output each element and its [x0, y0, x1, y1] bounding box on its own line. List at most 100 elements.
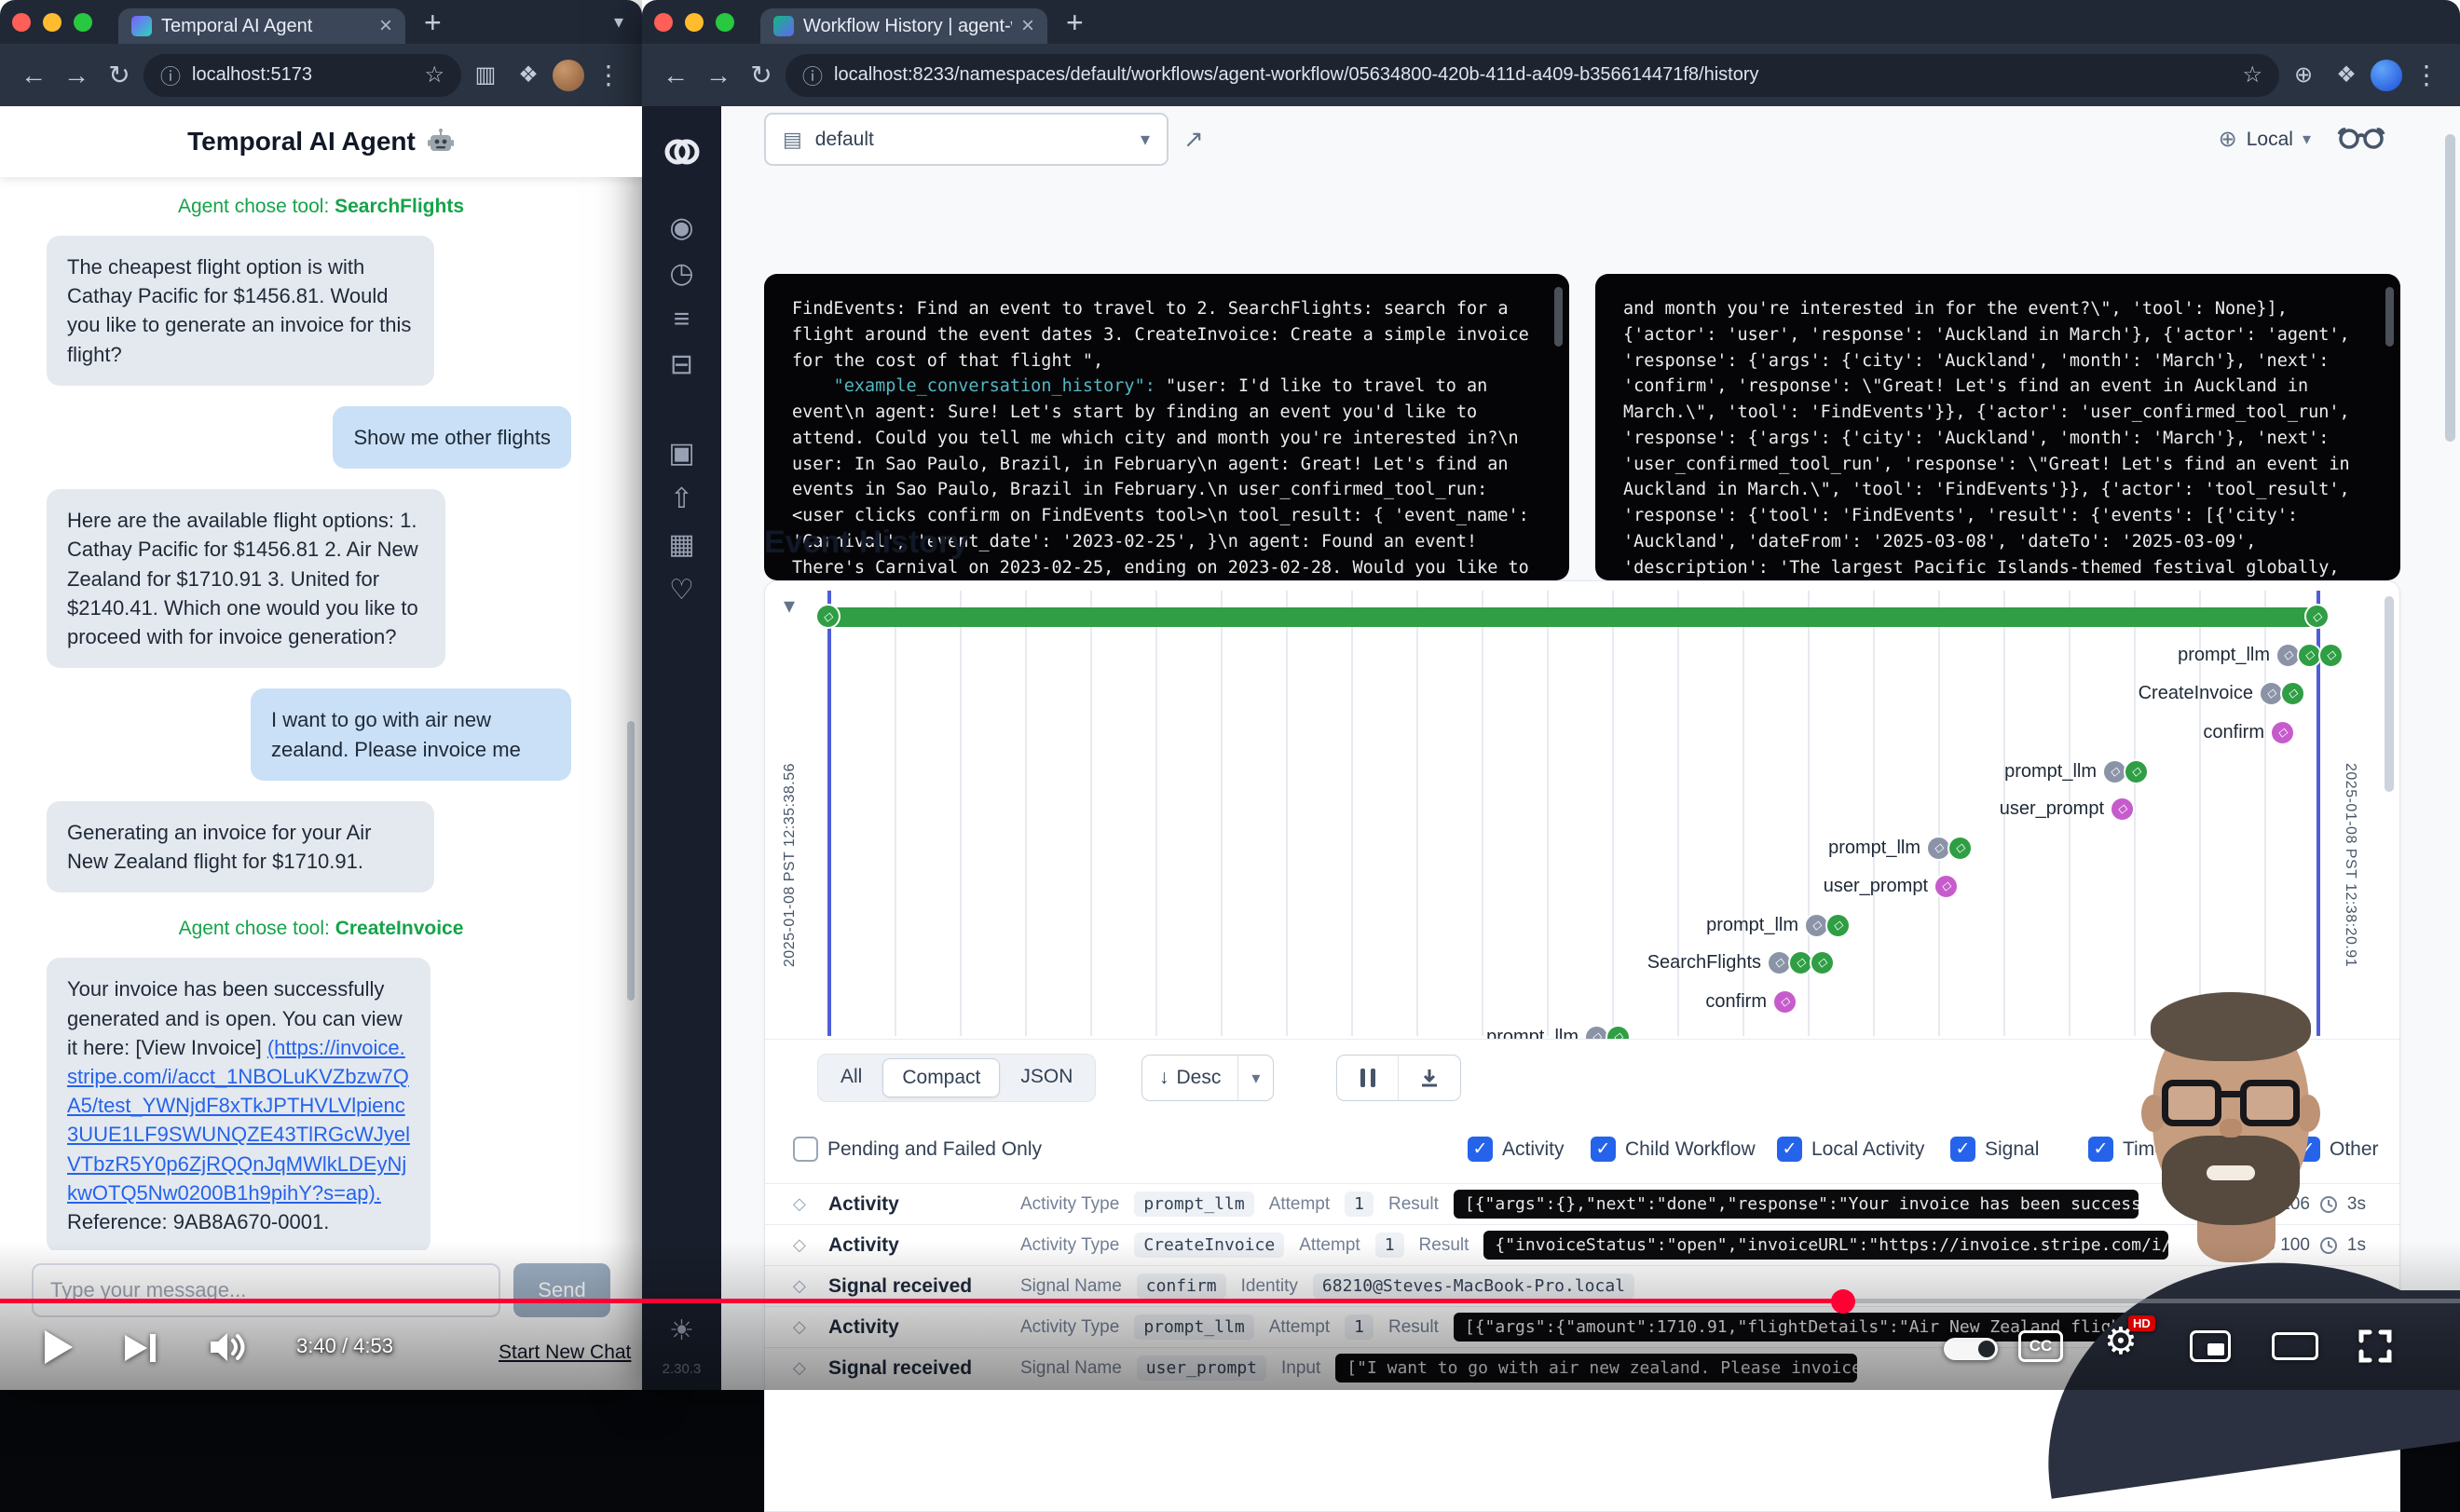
tab-close-icon[interactable]: × — [1021, 15, 1034, 37]
task-queues-icon[interactable]: ≡ — [642, 296, 721, 342]
view-tab-all[interactable]: All — [822, 1058, 881, 1097]
forward-icon[interactable]: → — [700, 62, 737, 89]
theater-mode-button[interactable] — [2272, 1332, 2318, 1360]
import-icon[interactable]: ⇧ — [642, 476, 721, 522]
chat-scrollbar[interactable] — [627, 721, 635, 1001]
timeline-event-user-prompt[interactable]: user_prompt◇ — [2000, 793, 2135, 824]
workflow-input-panel-right[interactable]: and month you're interested in for the e… — [1595, 274, 2400, 580]
pending-failed-filter[interactable]: Pending and Failed Only — [793, 1137, 1042, 1162]
address-bar[interactable]: ⓘ localhost:8233/namespaces/default/work… — [786, 54, 2279, 97]
timeline-event-confirm[interactable]: confirm◇ — [1705, 986, 1797, 1017]
tab-search-chevron-icon[interactable]: ▾ — [614, 10, 623, 34]
address-bar[interactable]: ⓘ localhost:5173 ☆ — [144, 54, 461, 97]
send-button[interactable]: Send — [513, 1263, 610, 1317]
timeline-end-marker[interactable]: ◇ — [2304, 604, 2330, 629]
next-button[interactable] — [125, 1334, 156, 1362]
filter-timer[interactable]: ✓Timer — [2088, 1137, 2172, 1162]
profile-avatar[interactable] — [553, 60, 584, 91]
traffic-close-button[interactable] — [654, 13, 673, 32]
tab-temporal-ai-agent[interactable]: Temporal AI Agent × — [118, 8, 405, 44]
fullscreen-button[interactable] — [2358, 1328, 2393, 1364]
timeline-event-prompt-llm[interactable]: prompt_llm◇◇◇ — [2178, 639, 2344, 671]
profile-avatar[interactable] — [2371, 60, 2402, 91]
filter-child-workflow[interactable]: ✓Child Workflow — [1591, 1137, 1756, 1162]
site-info-icon[interactable]: ⓘ — [802, 61, 823, 90]
timeline-event-searchflights[interactable]: SearchFlights◇◇◇ — [1647, 947, 1835, 978]
panel-scrollbar[interactable] — [2385, 287, 2394, 347]
timeline-collapse-icon[interactable]: ▾ — [784, 593, 795, 620]
table-row[interactable]: ◇ Activity Activity TypeCreateInvoice At… — [765, 1224, 2399, 1265]
pause-button[interactable] — [1337, 1056, 1399, 1100]
new-tab-button[interactable]: + — [1066, 7, 1084, 37]
batch-icon[interactable]: ▣ — [642, 430, 721, 476]
install-icon[interactable]: ⊕ — [2285, 64, 2322, 87]
new-tab-button[interactable]: + — [424, 7, 442, 37]
workflows-eye-icon[interactable]: ◉ — [642, 205, 721, 251]
traffic-zoom-button[interactable] — [74, 13, 92, 32]
extensions-icon[interactable]: ❖ — [510, 64, 547, 87]
traffic-close-button[interactable] — [12, 13, 31, 32]
labs-glasses-icon[interactable] — [2337, 123, 2385, 151]
filter-local-activity[interactable]: ✓Local Activity — [1777, 1137, 1924, 1162]
feedback-heart-icon[interactable]: ♡ — [642, 567, 721, 613]
timeline[interactable]: ▾ ◇ ◇ 2025-01-08 PST 12:35:38.56 2025-01… — [765, 581, 2399, 1040]
archive-icon[interactable]: ⊟ — [642, 342, 721, 388]
bookmark-star-icon[interactable]: ☆ — [424, 61, 444, 89]
back-icon[interactable]: ← — [657, 62, 694, 89]
download-button[interactable] — [1399, 1056, 1460, 1100]
play-button[interactable] — [45, 1330, 73, 1364]
timeline-event-prompt-llm[interactable]: prompt_llm◇◇ — [1828, 832, 1973, 864]
back-icon[interactable]: ← — [15, 62, 52, 89]
reload-icon[interactable]: ↻ — [101, 62, 138, 89]
message-input[interactable] — [32, 1263, 500, 1317]
filter-other[interactable]: ✓Other — [2295, 1137, 2379, 1162]
table-row[interactable]: ◇ Activity Activity Typeprompt_llm Attem… — [765, 1183, 2399, 1224]
temporal-logo[interactable] — [662, 136, 703, 168]
sort-button[interactable]: ↓Desc ▾ — [1141, 1055, 1274, 1101]
filter-activity[interactable]: ✓Activity — [1468, 1137, 1565, 1162]
autoplay-toggle[interactable] — [1944, 1338, 1998, 1360]
panel-scrollbar[interactable] — [1554, 287, 1563, 347]
start-new-chat-link[interactable]: Start New Chat — [499, 1342, 631, 1364]
menu-kebab-icon[interactable]: ⋮ — [2408, 62, 2445, 89]
filter-signal[interactable]: ✓Signal — [1950, 1137, 2039, 1162]
extensions-icon[interactable]: ❖ — [2328, 64, 2365, 87]
invoice-link[interactable]: (https://invoice.stripe.com/i/acct_1NBOL… — [67, 1036, 410, 1205]
timeline-event-user-prompt[interactable]: user_prompt◇ — [1824, 870, 1959, 902]
chat-message-list[interactable]: Agent chose tool: SearchFlights The chea… — [0, 177, 642, 1250]
settings-button[interactable]: ⚙ HD — [2104, 1323, 2138, 1360]
page-scrollbar[interactable] — [2445, 134, 2455, 442]
side-panel-icon[interactable]: ▥ — [467, 64, 504, 87]
video-progress-track[interactable] — [0, 1299, 2460, 1303]
traffic-minimize-button[interactable] — [43, 13, 62, 32]
miniplayer-button[interactable] — [2190, 1330, 2231, 1362]
timeline-scrollbar[interactable] — [2385, 596, 2394, 792]
tab-close-icon[interactable]: × — [379, 15, 392, 37]
bookmark-star-icon[interactable]: ☆ — [2242, 61, 2262, 89]
timeline-event-confirm[interactable]: confirm◇ — [2203, 716, 2295, 748]
volume-button[interactable] — [207, 1328, 250, 1366]
view-tab-json[interactable]: JSON — [1002, 1058, 1091, 1097]
workflow-duration-bar[interactable] — [829, 607, 2318, 627]
reload-icon[interactable]: ↻ — [743, 62, 780, 89]
view-tab-compact[interactable]: Compact — [882, 1058, 1000, 1097]
open-in-new-icon[interactable]: ↗ — [1183, 125, 1204, 154]
theme-sun-icon[interactable]: ☀ — [642, 1308, 721, 1354]
region-selector[interactable]: ⊕ Local ▾ — [2219, 113, 2311, 166]
menu-kebab-icon[interactable]: ⋮ — [590, 62, 627, 89]
timeline-event-prompt-llm[interactable]: prompt_llm◇◇ — [2004, 756, 2149, 787]
traffic-minimize-button[interactable] — [685, 13, 704, 32]
forward-icon[interactable]: → — [58, 62, 95, 89]
timeline-event-prompt-llm[interactable]: prompt_llm◇◇ — [1486, 1021, 1631, 1040]
namespace-select[interactable]: ▤ default ▾ — [764, 113, 1168, 166]
schedules-clock-icon[interactable]: ◷ — [642, 251, 721, 296]
site-info-icon[interactable]: ⓘ — [160, 61, 181, 90]
timeline-event-createinvoice[interactable]: CreateInvoice◇◇ — [2139, 677, 2305, 709]
table-row[interactable]: ◇ Signal received Signal Nameuser_prompt… — [765, 1347, 2399, 1388]
dashboard-icon[interactable]: ▦ — [642, 522, 721, 567]
traffic-zoom-button[interactable] — [716, 13, 734, 32]
captions-button[interactable]: CC — [2018, 1330, 2063, 1362]
tab-workflow-history[interactable]: Workflow History | agent-wor × — [760, 8, 1047, 44]
timeline-start-marker[interactable]: ◇ — [815, 604, 840, 629]
video-progress-scrubber[interactable] — [1831, 1289, 1855, 1314]
